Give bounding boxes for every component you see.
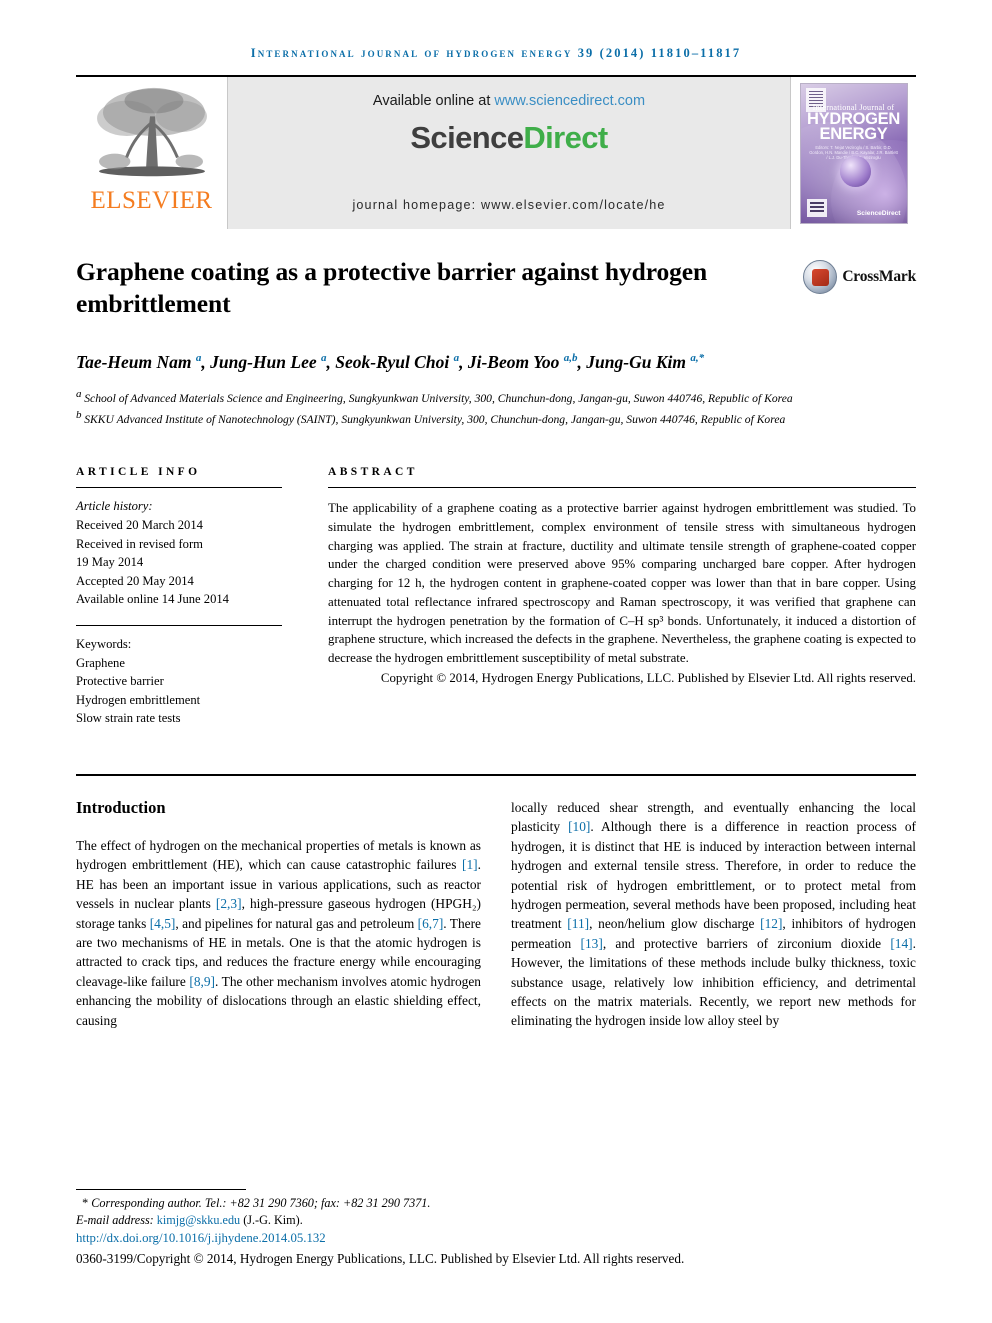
citation-link[interactable]: [13] <box>581 936 603 951</box>
page-footer: * Corresponding author. Tel.: +82 31 290… <box>76 1188 916 1267</box>
article-history: Article history: Received 20 March 2014 R… <box>76 488 282 609</box>
available-online-text: Available online at <box>372 93 495 109</box>
email-label: E-mail address: <box>76 1212 157 1227</box>
article-history-items: Received 20 March 2014 Received in revise… <box>76 516 282 609</box>
citation-link[interactable]: [14] <box>890 936 912 951</box>
elsevier-logo: ELSEVIER <box>76 77 228 229</box>
abstract-text: The applicability of a graphene coating … <box>328 501 916 665</box>
abstract-copyright: Copyright © 2014, Hydrogen Energy Public… <box>380 670 916 685</box>
citation-link[interactable]: [2,3] <box>216 896 242 911</box>
email-link[interactable]: kimjg@skku.edu <box>157 1213 240 1227</box>
citation-link[interactable]: [8,9] <box>189 974 215 989</box>
email-suffix: (J.-G. Kim). <box>240 1212 303 1227</box>
citation-link[interactable]: [12] <box>760 916 782 931</box>
title-row: Graphene coating as a protective barrier… <box>76 256 916 320</box>
crossmark-badge[interactable]: CrossMark <box>803 260 916 294</box>
cover-iahe-logo <box>806 198 827 217</box>
author-name: Seok-Ryul Choi <box>335 351 454 372</box>
keywords-block: Keywords: Graphene Protective barrier Hydr… <box>76 626 282 728</box>
article-history-item: Accepted 20 May 2014 <box>76 573 194 588</box>
affiliation-text: SKKU Advanced Institute of Nanotechnolog… <box>84 412 786 426</box>
info-abstract-row: ARTICLE INFO Article history: Received 2… <box>76 466 916 728</box>
article-page: International Journal of Hydrogen Energy… <box>0 0 992 1323</box>
cover-footer: ScienceDirect <box>806 198 901 217</box>
affiliations: a School of Advanced Materials Science a… <box>76 386 806 429</box>
author-name: Tae-Heum Nam <box>76 351 196 372</box>
sciencedirect-logo: ScienceDirect <box>410 120 608 156</box>
sciencedirect-link[interactable]: www.sciencedirect.com <box>494 93 645 109</box>
introduction-left-column: Introduction The effect of hydrogen on t… <box>76 798 481 1031</box>
keyword-item: Hydrogen embrittlement <box>76 692 201 707</box>
author-name: Jung-Gu Kim <box>586 351 691 372</box>
affiliation-line: a School of Advanced Materials Science a… <box>76 386 806 407</box>
running-head: International Journal of Hydrogen Energy… <box>250 46 742 60</box>
citation-link[interactable]: [1] <box>462 857 478 872</box>
affiliation-mark: a <box>76 387 85 400</box>
introduction-section: Introduction The effect of hydrogen on t… <box>76 798 916 1031</box>
corresponding-author-note: * Corresponding author. Tel.: +82 31 290… <box>76 1195 916 1212</box>
crossmark-icon <box>803 260 838 294</box>
abstract-label: ABSTRACT <box>328 466 418 479</box>
sciencedirect-logo-direct: Direct <box>523 120 608 155</box>
introduction-paragraph-left: The effect of hydrogen on the mechanical… <box>76 837 481 1028</box>
article-history-item: Available online 14 June 2014 <box>76 592 229 607</box>
journal-cover[interactable]: International Journal of HYDROGEN ENERGY… <box>790 77 916 229</box>
cover-big-title: HYDROGEN ENERGY <box>801 111 907 143</box>
journal-cover-thumbnail: International Journal of HYDROGEN ENERGY… <box>799 82 908 224</box>
author-name: Jung-Hun Lee <box>210 351 322 372</box>
doi-link[interactable]: http://dx.doi.org/10.1016/j.ijhydene.201… <box>76 1231 916 1246</box>
author-name: Ji-Beom Yoo <box>467 351 564 372</box>
available-online-line: Available online at www.sciencedirect.co… <box>373 93 645 109</box>
article-info-label: ARTICLE INFO <box>76 466 201 479</box>
introduction-heading: Introduction <box>76 797 166 817</box>
email-note: E-mail address: kimjg@skku.edu (J.-G. Ki… <box>76 1212 916 1229</box>
keywords-items: Graphene Protective barrier Hydrogen embri… <box>76 654 282 728</box>
cover-title-energy: ENERGY <box>819 125 888 143</box>
article-history-label: Article history: <box>76 499 153 514</box>
keywords-label: Keywords: <box>76 636 132 651</box>
article-history-item: 19 May 2014 <box>76 555 144 570</box>
cover-sciencedirect-label: ScienceDirect <box>856 209 901 217</box>
article-history-item: Received 20 March 2014 <box>76 517 203 532</box>
asterisk-icon: * <box>76 1195 92 1210</box>
masthead-band: ELSEVIER Available online at www.science… <box>76 75 916 229</box>
article-info-column: ARTICLE INFO Article history: Received 2… <box>76 466 308 728</box>
affiliation-line: b SKKU Advanced Institute of Nanotechnol… <box>76 407 806 428</box>
article-history-item: Received in revised form <box>76 536 203 551</box>
citation-link[interactable]: [10] <box>568 819 590 834</box>
keyword-item: Protective barrier <box>76 674 164 689</box>
citation-link[interactable]: [11] <box>567 916 589 931</box>
cover-sciencedirect-mark: ScienceDirect <box>857 210 901 217</box>
author-affiliation-mark: a <box>195 352 202 364</box>
citation-link[interactable]: [4,5] <box>150 916 176 931</box>
author-affiliation-mark: a,* <box>690 352 705 364</box>
elsevier-tree-icon <box>96 87 207 177</box>
body-divider <box>76 773 916 776</box>
citation-link[interactable]: [6,7] <box>418 916 444 931</box>
abstract-column: ABSTRACT The applicability of a graphene… <box>308 466 916 728</box>
author-affiliation-mark: a <box>321 352 327 364</box>
elsevier-wordmark: ELSEVIER <box>90 187 213 214</box>
cover-sphere-graphic <box>839 155 871 187</box>
page-title: Graphene coating as a protective barrier… <box>76 257 708 318</box>
author-list: Tae-Heum Nam a, Jung-Hun Lee a, Seok-Ryu… <box>76 351 705 372</box>
journal-homepage[interactable]: journal homepage: www.elsevier.com/locat… <box>228 198 790 212</box>
introduction-paragraph-right: locally reduced shear strength, and even… <box>511 799 916 1029</box>
keyword-item: Slow strain rate tests <box>76 711 181 726</box>
author-affiliation-mark: a,b <box>563 352 578 364</box>
footnote-rule <box>76 1188 246 1190</box>
author-affiliation-mark: a <box>453 352 460 364</box>
affiliation-mark: b <box>76 409 85 422</box>
corresponding-author-text: Corresponding author. Tel.: +82 31 290 7… <box>91 1195 431 1210</box>
sciencedirect-band: Available online at www.sciencedirect.co… <box>228 77 790 229</box>
sciencedirect-logo-science: Science <box>410 120 524 155</box>
affiliation-text: School of Advanced Materials Science and… <box>84 391 793 405</box>
keyword-item: Graphene <box>76 655 125 670</box>
introduction-right-column: locally reduced shear strength, and even… <box>511 798 916 1031</box>
footer-copyright: 0360-3199/Copyright © 2014, Hydrogen Ene… <box>76 1251 685 1266</box>
crossmark-label: CrossMark <box>842 268 916 285</box>
